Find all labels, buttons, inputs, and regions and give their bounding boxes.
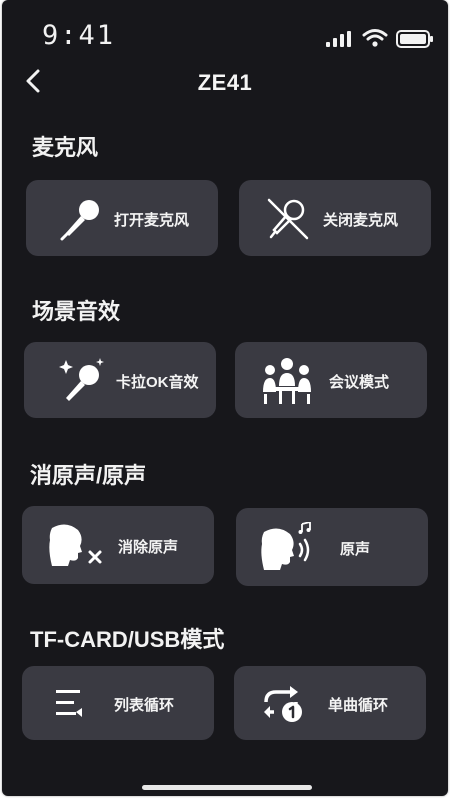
single-loop-icon <box>264 686 302 722</box>
vocal-remove-icon <box>49 524 102 566</box>
single-loop-button[interactable]: 单曲循环 <box>234 666 426 740</box>
microphone-icon <box>60 200 99 241</box>
status-time: 9:41 <box>42 20 116 51</box>
karaoke-effect-label: 卡拉OK音效 <box>116 374 199 391</box>
page-title: ZE41 <box>197 70 253 95</box>
karaoke-microphone-icon <box>59 358 104 401</box>
app-screen: 9:41 ZE41 麦克风 打开麦克风 关闭麦克风 场景音效 卡拉OK音效 会议… <box>2 0 448 796</box>
navigation-bar: ZE41 <box>2 60 448 104</box>
karaoke-effect-button[interactable]: 卡拉OK音效 <box>24 342 216 418</box>
close-microphone-label: 关闭麦克风 <box>323 212 399 229</box>
original-vocal-icon <box>261 522 311 570</box>
close-microphone-button[interactable]: 关闭麦克风 <box>239 180 431 256</box>
home-indicator[interactable] <box>142 785 312 790</box>
meeting-mode-button[interactable]: 会议模式 <box>235 342 427 418</box>
section-title-vocal: 消原声/原声 <box>30 463 147 488</box>
status-bar: 9:41 <box>2 0 448 60</box>
section-title-microphone: 麦克风 <box>32 135 99 160</box>
remove-vocal-button[interactable]: 消除原声 <box>22 506 214 584</box>
battery-icon <box>396 30 433 48</box>
original-vocal-label: 原声 <box>340 541 371 558</box>
wifi-icon <box>362 29 388 47</box>
original-vocal-button[interactable]: 原声 <box>236 508 428 586</box>
meeting-mode-label: 会议模式 <box>329 374 390 391</box>
section-title-tf-card-usb: TF-CARD/USB模式 <box>30 627 225 652</box>
open-microphone-label: 打开麦克风 <box>114 212 190 229</box>
cellular-signal-icon <box>326 31 351 47</box>
list-loop-button[interactable]: 列表循环 <box>22 666 214 740</box>
meeting-icon <box>263 358 311 404</box>
list-loop-label: 列表循环 <box>114 697 175 714</box>
single-loop-label: 单曲循环 <box>328 697 389 714</box>
open-microphone-button[interactable]: 打开麦克风 <box>26 180 218 256</box>
remove-vocal-label: 消除原声 <box>118 539 179 556</box>
microphone-off-icon <box>267 198 309 240</box>
section-title-scene-effects: 场景音效 <box>32 299 121 324</box>
list-loop-icon <box>56 690 82 717</box>
